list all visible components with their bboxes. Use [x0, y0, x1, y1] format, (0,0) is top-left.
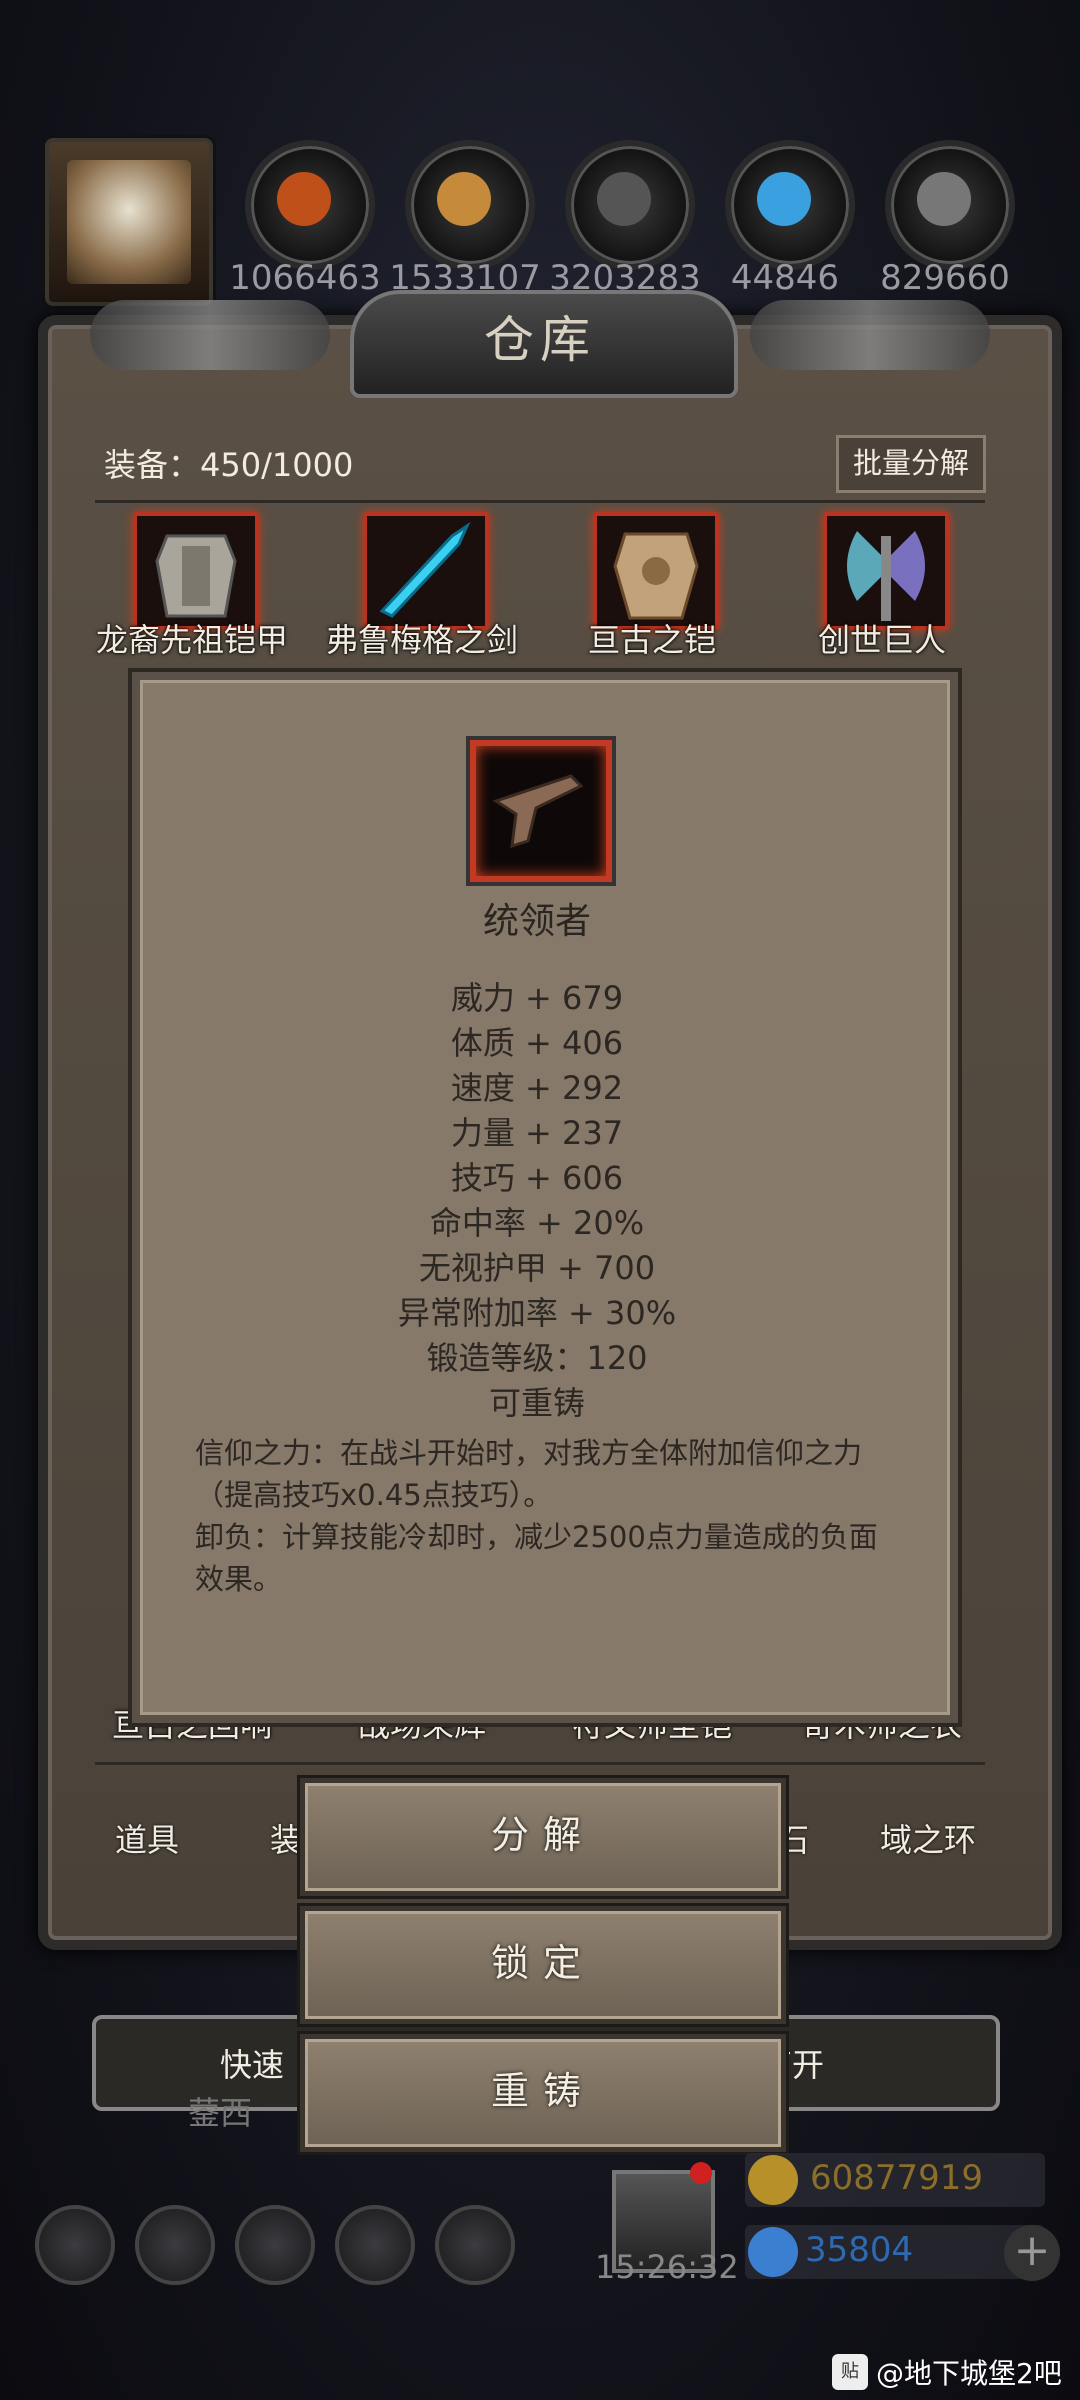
tooltip-item-name: 统领者: [482, 901, 591, 942]
skill-faith-text: 信仰之力：在战斗开始时，对我方全体附加信仰之力（提高技巧x0.45点技巧）。: [195, 1436, 863, 1512]
resource-steel-icon: [885, 140, 1015, 270]
item-name: 弗鲁梅格之剑: [325, 621, 518, 659]
stat-line: 锻造等级：120: [426, 1339, 648, 1377]
armor-item-icon[interactable]: [133, 512, 259, 630]
recast-button[interactable]: 重铸: [300, 2034, 786, 2152]
stat-line: 体质 + 406: [450, 1024, 624, 1062]
divider: [95, 1762, 985, 1765]
resource-count: 44846: [730, 258, 840, 298]
axe-item-icon[interactable]: [823, 512, 949, 630]
right-ornament: [750, 300, 990, 370]
clock-time: 15:26:32: [595, 2248, 739, 2286]
batch-decompose-button[interactable]: 批量分解: [836, 435, 986, 493]
tieba-icon: 贴: [832, 2354, 868, 2390]
settings-icon[interactable]: [35, 2205, 115, 2285]
tooltip-description: 信仰之力：在战斗开始时，对我方全体附加信仰之力（提高技巧x0.45点技巧）。 卸…: [195, 1432, 885, 1600]
gem-icon: [748, 2227, 798, 2277]
item-name: 亘古之铠: [587, 621, 716, 659]
hero-avatar-frame[interactable]: [45, 138, 213, 306]
sword-item-icon[interactable]: [363, 512, 489, 630]
quick-button[interactable]: 快速: [220, 2040, 284, 2086]
equipment-count: 装备：450/1000: [104, 446, 354, 484]
page-title: 仓库: [484, 311, 596, 369]
add-currency-button[interactable]: +: [1004, 2225, 1060, 2281]
item-name: 龙裔先祖铠甲: [95, 621, 288, 659]
tiger-avatar-icon: [67, 160, 191, 284]
stat-line: 无视护甲 + 700: [418, 1249, 656, 1287]
resource-iron-icon: [565, 140, 695, 270]
ancient-armor-item-icon[interactable]: [593, 512, 719, 630]
lock-button[interactable]: 锁定: [300, 1906, 786, 2024]
achievement-icon[interactable]: [135, 2205, 215, 2285]
resource-count: 829660: [880, 258, 1010, 298]
tab-items[interactable]: 道具: [115, 1815, 179, 1861]
stat-line: 异常附加率 + 30%: [397, 1294, 677, 1332]
gem-amount: 35804: [805, 2230, 914, 2270]
resource-count: 1066463: [229, 258, 381, 298]
gold-amount: 60877919: [810, 2158, 984, 2198]
stat-line: 命中率 + 20%: [429, 1204, 645, 1242]
notification-dot: [690, 2162, 712, 2184]
decompose-button[interactable]: 分解: [300, 1778, 786, 1896]
mail-icon[interactable]: [335, 2205, 415, 2285]
tab-realm-ring[interactable]: 域之环: [880, 1815, 976, 1861]
partial-label: 蓥西: [188, 2094, 253, 2132]
shop-icon[interactable]: [435, 2205, 515, 2285]
resource-crystal-icon: [725, 140, 855, 270]
stat-line: 力量 + 237: [450, 1114, 624, 1152]
pistol-item-icon: [470, 740, 612, 882]
stat-line: 速度 + 292: [450, 1069, 624, 1107]
item-name: 创世巨人: [817, 621, 946, 659]
stat-line: 技巧 + 606: [450, 1159, 624, 1197]
map-icon[interactable]: [235, 2205, 315, 2285]
resource-wood-icon: [405, 140, 535, 270]
tab-equipment[interactable]: 装: [270, 1815, 302, 1861]
stat-line: 可重铸: [488, 1384, 585, 1422]
watermark: @地下城堡2吧: [876, 2357, 1062, 2390]
skill-unburden-text: 卸负：计算技能冷却时，减少2500点力量造成的负面效果。: [195, 1520, 878, 1596]
divider: [95, 500, 985, 503]
stat-line: 威力 + 679: [450, 979, 624, 1017]
resource-orange-icon: [245, 140, 375, 270]
gold-icon: [748, 2155, 798, 2205]
left-ornament: [90, 300, 330, 370]
